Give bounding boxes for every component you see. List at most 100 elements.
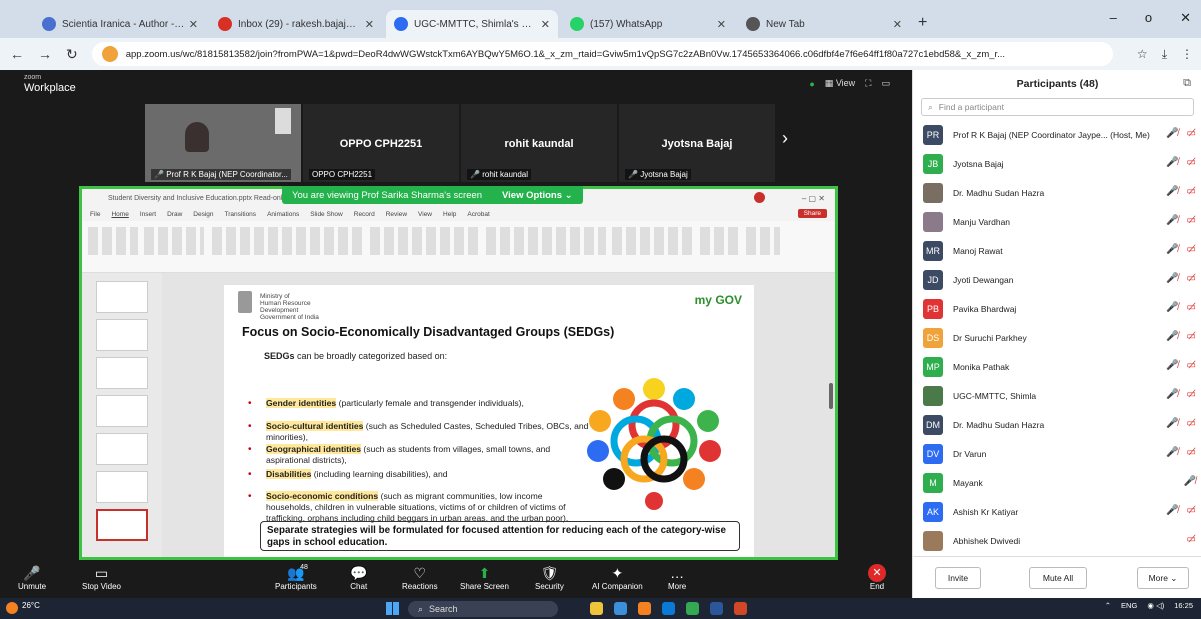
ai-companion-button[interactable]: ✦ AI Companion [592, 564, 643, 591]
participant-row[interactable]: DS Dr Suruchi Parkhey 🎤̸ ▭̸ [913, 323, 1201, 352]
ppt-scrollbar[interactable] [829, 383, 833, 409]
participant-row[interactable]: DM Dr. Madhu Sudan Hazra 🎤̸ ▭̸ [913, 410, 1201, 439]
video-thumbnail[interactable]: 🎤 Prof R K Bajaj (NEP Coordinator... [145, 104, 301, 182]
video-thumbnail[interactable]: OPPO CPH2251 OPPO CPH2251 [303, 104, 459, 182]
bookmark-star-icon[interactable]: ☆ [1137, 47, 1148, 61]
participant-search[interactable]: ⌕ Find a participant [921, 98, 1194, 116]
edge-icon[interactable] [662, 602, 675, 615]
slide-thumbnail[interactable] [96, 281, 148, 313]
close-window-icon[interactable]: ✕ [1180, 10, 1191, 26]
browser-tab[interactable]: (157) WhatsApp ✕ [562, 10, 734, 38]
word-icon[interactable] [710, 602, 723, 615]
participant-row[interactable]: UGC-MMTTC, Shimla 🎤̸ ▭̸ [913, 381, 1201, 410]
chrome-icon[interactable] [686, 602, 699, 615]
reload-icon[interactable]: ↻ [66, 46, 78, 63]
participant-row[interactable]: PB Pavika Bhardwaj 🎤̸ ▭̸ [913, 294, 1201, 323]
ribbon-paragraph-group[interactable] [370, 227, 480, 255]
wifi-volume-icon[interactable]: ◉ ◁) [1147, 601, 1164, 610]
video-thumbnail[interactable]: Jyotsna Bajaj 🎤 Jyotsna Bajaj [619, 104, 775, 182]
slide-thumbnail[interactable] [96, 319, 148, 351]
browser-tab[interactable]: UGC-MMTTC, Shimla's Zoo ✕ [386, 10, 558, 38]
tray-chevron-icon[interactable]: ⌃ [1105, 601, 1111, 610]
ppt-window-controls[interactable]: – ▢ ✕ [802, 194, 825, 203]
store-icon[interactable] [614, 602, 627, 615]
ppt-menu-review[interactable]: Review [386, 211, 407, 218]
chat-button[interactable]: 💬 Chat [350, 564, 367, 591]
download-icon[interactable]: ⤓ [1162, 47, 1167, 62]
start-icon[interactable] [386, 602, 399, 615]
slide-thumbnail[interactable] [96, 395, 148, 427]
tab-close-icon[interactable]: ✕ [189, 18, 198, 31]
file-explorer-icon[interactable] [590, 602, 603, 615]
tab-close-icon[interactable]: ✕ [893, 18, 902, 31]
participant-row[interactable]: MR Manoj Rawat 🎤̸ ▭̸ [913, 236, 1201, 265]
ppt-menu-view[interactable]: View [418, 211, 432, 218]
ppt-menu-record[interactable]: Record [354, 211, 375, 218]
lang-indicator[interactable]: ENG [1121, 601, 1137, 610]
ribbon-drawing-group[interactable] [486, 227, 606, 255]
minimize-icon[interactable]: – [1110, 10, 1117, 26]
participant-row[interactable]: DV Dr Varun 🎤̸ ▭̸ [913, 439, 1201, 468]
ppt-menu-file[interactable]: File [90, 211, 100, 218]
participant-row[interactable]: PR Prof R K Bajaj (NEP Coordinator Jaype.… [913, 120, 1201, 149]
ppt-menu-help[interactable]: Help [443, 211, 456, 218]
ppt-menu-draw[interactable]: Draw [167, 211, 182, 218]
back-icon[interactable]: ← [10, 46, 24, 62]
clock[interactable]: 16:25 [1174, 601, 1193, 610]
ppt-record-icon[interactable] [754, 192, 765, 203]
participant-row[interactable]: Manju Vardhan 🎤̸ ▭̸ [913, 207, 1201, 236]
reactions-button[interactable]: ♡ Reactions [402, 564, 438, 591]
next-thumbnails-icon[interactable]: › [782, 128, 788, 149]
ppt-menu-design[interactable]: Design [193, 211, 213, 218]
participant-row[interactable]: MP Monika Pathak 🎤̸ ▭̸ [913, 352, 1201, 381]
participant-row[interactable]: M Mayank 🎤̸ [913, 468, 1201, 497]
participant-row[interactable]: AK Ashish Kr Katiyar 🎤̸ ▭̸ [913, 497, 1201, 526]
popout-icon[interactable]: ⧉ [1183, 77, 1191, 90]
fullscreen-icon[interactable]: ⛶ [865, 78, 871, 89]
slide-thumbnail-selected[interactable] [96, 509, 148, 541]
ppt-menu-transitions[interactable]: Transitions [225, 211, 257, 218]
view-options-button[interactable]: View Options ⌄ [502, 190, 573, 201]
ribbon-font-group[interactable] [212, 227, 362, 255]
browser-tab[interactable]: Scientia Iranica - Author - Subm ✕ [34, 10, 206, 38]
ppt-share-button[interactable]: Share [797, 209, 827, 218]
weather-widget[interactable]: 26°C [22, 601, 40, 610]
ribbon-addins-group[interactable] [746, 227, 780, 255]
slide-thumbnail[interactable] [96, 357, 148, 389]
slide-thumbnail[interactable] [96, 433, 148, 465]
ribbon-editing-group[interactable] [612, 227, 692, 255]
share-screen-button[interactable]: ⬆ Share Screen [460, 564, 509, 591]
ribbon-pdf-group[interactable] [700, 227, 740, 255]
tab-close-icon[interactable]: ✕ [365, 18, 374, 31]
slide-thumbnail[interactable] [96, 471, 148, 503]
ppt-menu-animations[interactable]: Animations [267, 211, 299, 218]
taskbar-search[interactable]: ⌕ Search [408, 601, 558, 617]
browser-tab[interactable]: New Tab ✕ [738, 10, 910, 38]
stop-video-button[interactable]: ▭ Stop Video [82, 564, 121, 591]
tab-close-icon[interactable]: ✕ [717, 18, 726, 31]
video-thumbnail[interactable]: rohit kaundal 🎤 rohit kaundal [461, 104, 617, 182]
ppt-menu-acrobat[interactable]: Acrobat [467, 211, 489, 218]
end-button[interactable]: ✕ End [868, 564, 886, 591]
participant-row[interactable]: JD Jyoti Dewangan 🎤̸ ▭̸ [913, 265, 1201, 294]
powerpoint-icon[interactable] [734, 602, 747, 615]
browser-tab[interactable]: Inbox (29) - rakesh.bajaj@juitso ✕ [210, 10, 382, 38]
new-tab-button[interactable]: + [918, 14, 927, 32]
participant-row[interactable]: Dr. Madhu Sudan Hazra 🎤̸ ▭̸ [913, 178, 1201, 207]
maximize-icon[interactable]: o [1145, 10, 1152, 26]
ppt-menu-insert[interactable]: Insert [140, 211, 156, 218]
url-field[interactable]: app.zoom.us/wc/81815813582/join?fromPWA=… [91, 42, 1113, 66]
participant-row[interactable]: JB Jyotsna Bajaj 🎤̸ ▭̸ [913, 149, 1201, 178]
ribbon-slides-group[interactable] [144, 227, 204, 255]
forward-icon[interactable]: → [38, 46, 52, 62]
participant-row[interactable]: Abhishek Dwivedi ▭̸ [913, 526, 1201, 555]
ribbon-clipboard-group[interactable] [88, 227, 138, 255]
unmute-button[interactable]: 🎤 Unmute [18, 564, 46, 591]
menu-dots-icon[interactable]: ⋮ [1181, 47, 1193, 61]
participants-button[interactable]: 👥 48 Participants [275, 564, 317, 591]
ppt-menu-home[interactable]: Home [111, 211, 128, 218]
more-button[interactable]: … More [668, 564, 686, 591]
mute-all-button[interactable]: Mute All [1029, 567, 1087, 589]
more-button[interactable]: More ⌄ [1137, 567, 1189, 589]
ppt-menu-slide-show[interactable]: Slide Show [310, 211, 343, 218]
